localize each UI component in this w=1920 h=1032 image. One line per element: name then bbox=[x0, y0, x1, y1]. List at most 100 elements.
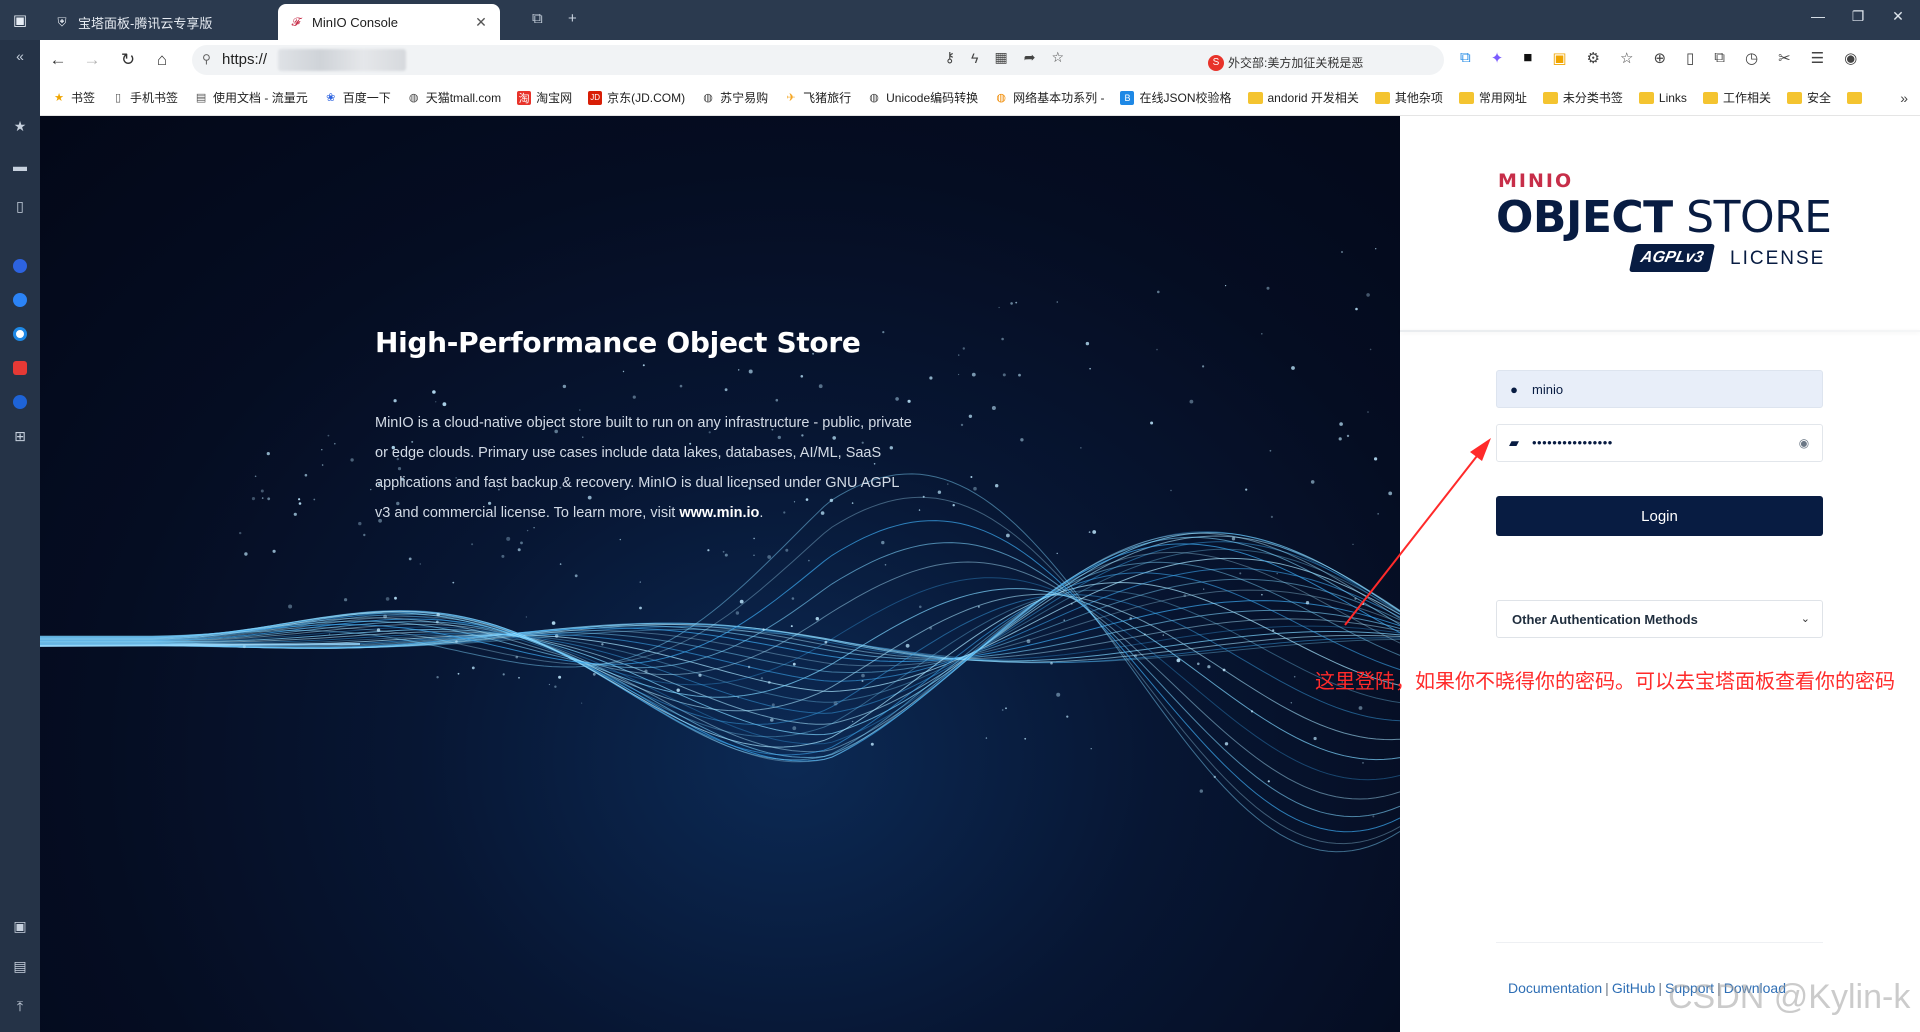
pin-icon[interactable]: ⤒ bbox=[10, 996, 30, 1016]
back-icon[interactable]: ← bbox=[46, 48, 70, 72]
bookmark-folder[interactable]: Links bbox=[1638, 91, 1687, 105]
home-icon[interactable]: ⌂ bbox=[150, 48, 174, 72]
bookmark-folder[interactable]: 其他杂项 bbox=[1374, 89, 1443, 106]
translate-icon[interactable]: ⧉ bbox=[1460, 49, 1471, 67]
wave-particle bbox=[506, 536, 511, 541]
password-field[interactable]: ▰ •••••••••••••••• ◉ bbox=[1496, 424, 1823, 462]
favorites-star-icon[interactable]: ★ bbox=[10, 116, 30, 136]
add-app-icon[interactable]: ⊞ bbox=[10, 426, 30, 446]
bookmark-item[interactable]: ★ 书签 bbox=[52, 89, 95, 106]
bookmarks-overflow-icon[interactable]: » bbox=[1900, 90, 1908, 106]
wave-particle bbox=[350, 458, 354, 462]
wave-particle bbox=[1088, 531, 1091, 533]
wave-particle bbox=[1339, 422, 1343, 426]
window-close-icon[interactable]: ✕ bbox=[1884, 8, 1912, 25]
wave-particle bbox=[747, 665, 751, 669]
tab-switch-icon[interactable]: ⧉ bbox=[532, 10, 543, 27]
wave-particle bbox=[592, 672, 596, 676]
screenshot-icon[interactable]: ⧉ bbox=[1714, 49, 1725, 67]
wave-particle bbox=[770, 718, 774, 722]
new-tab-icon[interactable]: + bbox=[568, 10, 577, 27]
favorites-icon[interactable]: ☆ bbox=[1620, 49, 1633, 67]
username-field[interactable]: ● minio bbox=[1496, 370, 1823, 408]
other-auth-dropdown[interactable]: Other Authentication Methods ⌄ bbox=[1496, 600, 1823, 638]
clock-app-icon[interactable] bbox=[10, 392, 30, 412]
reader-icon[interactable]: ▦ bbox=[994, 49, 1007, 66]
login-panel: MINIO OBJECT STORE AGPLv3 LICENSE ● mini… bbox=[1400, 116, 1920, 1032]
extension-dark-icon[interactable]: ■ bbox=[1523, 49, 1532, 67]
wave-particle bbox=[1002, 373, 1006, 377]
wave-particle bbox=[767, 681, 771, 684]
baidu-paw-icon[interactable] bbox=[10, 256, 30, 276]
collapse-sidebar-icon[interactable]: « bbox=[10, 46, 30, 66]
forward-icon[interactable]: → bbox=[80, 48, 104, 72]
bookmark-folder[interactable]: 工作相关 bbox=[1702, 89, 1771, 106]
minimize-icon[interactable]: — bbox=[1804, 8, 1832, 24]
wave-particle bbox=[1261, 593, 1263, 596]
wave-particle bbox=[515, 655, 519, 659]
video-app-icon[interactable] bbox=[10, 358, 30, 378]
wave-particle bbox=[267, 497, 271, 501]
wave-particle bbox=[452, 581, 455, 584]
news-ticker[interactable]: S 外交部:美方加征关税是恶 bbox=[1208, 54, 1408, 71]
bookmark-item[interactable]: ❀ 百度一下 bbox=[324, 89, 391, 106]
bookmark-folder[interactable]: andorid 开发相关 bbox=[1247, 89, 1359, 106]
media-icon[interactable]: ▣ bbox=[10, 916, 30, 936]
wave-particle bbox=[502, 673, 505, 676]
documentation-link[interactable]: Documentation bbox=[1508, 980, 1602, 996]
wave-particle bbox=[1056, 552, 1058, 555]
download-icon[interactable]: ⊕ bbox=[1653, 49, 1666, 67]
key-icon[interactable]: ⚷ bbox=[945, 49, 955, 66]
wave-particle bbox=[737, 696, 739, 699]
bookmark-folder[interactable]: 安全 bbox=[1786, 89, 1831, 106]
extension-yellow-icon[interactable]: ▣ bbox=[1552, 49, 1566, 67]
tab-minio-console[interactable]: 𝓕 MinIO Console ✕ bbox=[278, 4, 500, 40]
bookmark-item[interactable]: ▤ 使用文档 - 流量元 bbox=[194, 89, 308, 106]
show-password-icon[interactable]: ◉ bbox=[1796, 436, 1812, 450]
ai-spark-icon[interactable]: ✦ bbox=[1491, 49, 1504, 67]
scissors-icon[interactable]: ✂ bbox=[1778, 49, 1791, 67]
browser-menu-icon[interactable]: ▣ bbox=[8, 9, 32, 31]
bookmark-item[interactable]: ◍ 网络基本功系列 - bbox=[994, 89, 1104, 106]
mobile-icon[interactable]: ▯ bbox=[1686, 49, 1694, 67]
bookmark-item[interactable]: ◍ 苏宁易购 bbox=[701, 89, 768, 106]
folder-icon[interactable]: ▬ bbox=[10, 156, 30, 176]
toolbox-icon[interactable]: ▤ bbox=[10, 956, 30, 976]
search-app-icon[interactable] bbox=[10, 290, 30, 310]
avatar[interactable]: ◉ bbox=[1844, 49, 1857, 67]
phone-icon[interactable]: ▯ bbox=[10, 196, 30, 216]
wave-particle bbox=[517, 548, 521, 552]
bookmark-item[interactable]: 淘淘宝网 bbox=[517, 89, 572, 106]
url-input[interactable]: ⚲ https:// ⚷ ϟ ▦ ➦ ☆ S 外交部:美方加征关税是恶 bbox=[192, 45, 1444, 75]
share-icon[interactable]: ➦ bbox=[1024, 49, 1036, 66]
extensions-icon[interactable]: ⚙ bbox=[1587, 49, 1600, 67]
wave-particle bbox=[676, 688, 680, 692]
reload-icon[interactable]: ↻ bbox=[116, 48, 140, 72]
close-icon[interactable]: ✕ bbox=[474, 14, 488, 31]
bookmark-item[interactable]: B 在线JSON校验格 bbox=[1120, 89, 1232, 106]
other-auth-label: Other Authentication Methods bbox=[1512, 612, 1698, 627]
wave-particle bbox=[929, 626, 933, 630]
bookmark-star-icon[interactable]: ☆ bbox=[1051, 49, 1064, 66]
restore-icon[interactable]: ❐ bbox=[1844, 8, 1872, 25]
bookmark-folder[interactable]: 未分类书签 bbox=[1542, 89, 1623, 106]
tab-baota[interactable]: ⛨ 宝塔面板-腾讯云专享版 bbox=[44, 4, 274, 40]
bookmark-item[interactable]: ▯ 手机书签 bbox=[111, 89, 178, 106]
menu-icon[interactable]: ☰ bbox=[1811, 49, 1824, 67]
minio-website-link[interactable]: www.min.io bbox=[679, 505, 759, 521]
bookmark-item[interactable]: ◍ Unicode编码转换 bbox=[867, 89, 978, 106]
wave-particle bbox=[574, 574, 578, 578]
bookmark-item[interactable]: ◍ 天猫tmall.com bbox=[407, 89, 501, 106]
login-button[interactable]: Login bbox=[1496, 496, 1823, 536]
history-icon[interactable]: ◷ bbox=[1745, 49, 1758, 67]
browser-app-icon[interactable] bbox=[10, 324, 30, 344]
wave-particle bbox=[679, 384, 683, 388]
github-link[interactable]: GitHub bbox=[1612, 980, 1656, 996]
bookmark-item[interactable]: JD 京东(JD.COM) bbox=[588, 89, 685, 106]
bookmark-folder[interactable]: 常用网址 bbox=[1458, 89, 1527, 106]
wave-particle bbox=[707, 549, 710, 552]
bookmark-folder[interactable] bbox=[1846, 91, 1862, 104]
bookmark-item[interactable]: ✈ 飞猪旅行 bbox=[784, 89, 851, 106]
wave-particle bbox=[1388, 491, 1393, 496]
lightning-icon[interactable]: ϟ bbox=[971, 50, 978, 66]
